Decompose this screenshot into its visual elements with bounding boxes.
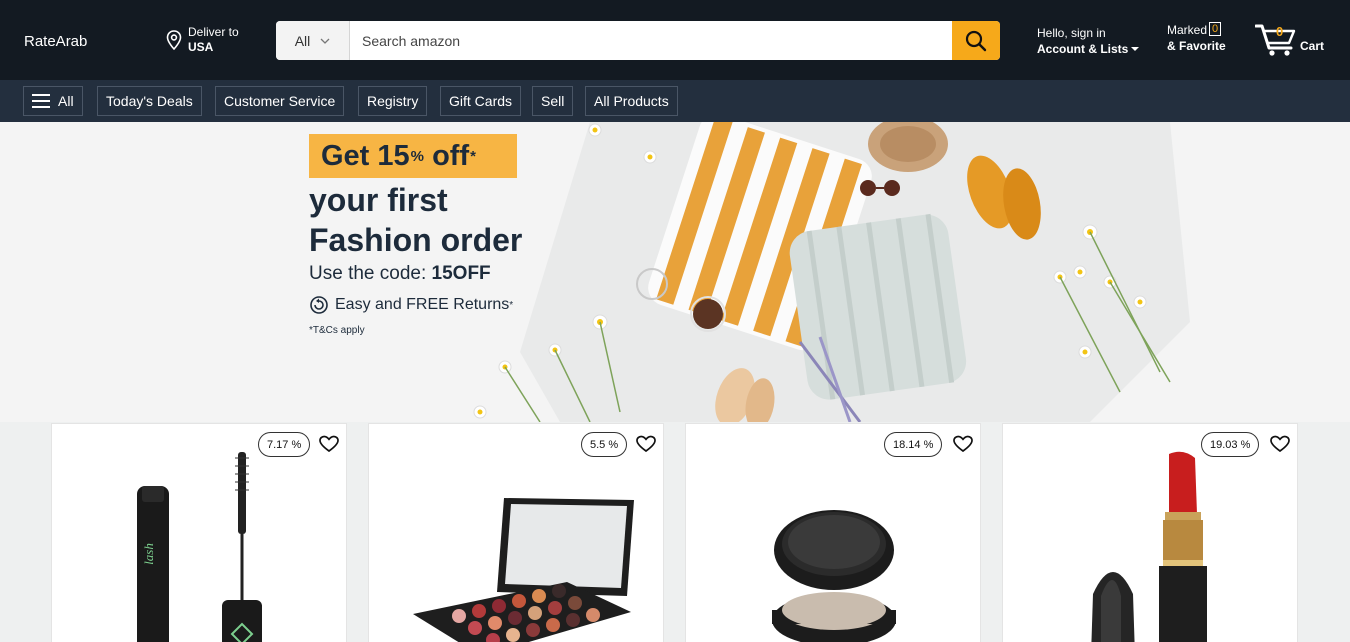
banner-headline: your first Fashion order — [309, 180, 522, 260]
promo-code-line: Use the code: 15OFF — [309, 263, 491, 285]
heart-icon[interactable] — [1270, 435, 1290, 453]
nav-item-label: All — [58, 93, 74, 109]
discount-badge: 5.5 % — [581, 432, 628, 457]
heart-icon[interactable] — [953, 435, 973, 453]
product-card[interactable]: 5.5 % — [368, 423, 664, 642]
heart-icon[interactable] — [319, 435, 339, 453]
top-header: RateArab Deliver to USA All Hello, sign … — [0, 0, 1350, 80]
promo-asterisk: * — [470, 147, 476, 165]
terms-note: *T&Cs apply — [309, 325, 365, 336]
eyeshadow-palette-image — [413, 498, 634, 642]
account-menu[interactable]: Hello, sign in Account & Lists — [1037, 25, 1140, 57]
search-input[interactable] — [350, 21, 952, 60]
deliver-to[interactable]: Deliver to USA — [166, 25, 239, 55]
promo-code: 15OFF — [431, 263, 491, 284]
location-pin-icon — [166, 30, 182, 50]
compact-powder-image — [772, 510, 896, 642]
heart-icon[interactable] — [636, 435, 656, 453]
search-category-label: All — [294, 32, 311, 49]
search-bar: All — [276, 21, 1000, 60]
search-category-select[interactable]: All — [276, 21, 350, 60]
fashion-flatlay-image — [473, 122, 1190, 422]
nav-sell[interactable]: Sell — [532, 86, 574, 116]
promo-percent: % — [410, 147, 425, 165]
headline-line-1: your first — [309, 182, 448, 218]
marked-count: 0 — [1209, 22, 1222, 36]
cart-label: Cart — [1300, 39, 1325, 53]
mascara-image: lash — [137, 452, 262, 642]
nav-all-menu[interactable]: All — [23, 86, 83, 116]
returns-asterisk: * — [509, 299, 514, 311]
hamburger-menu-icon — [32, 94, 50, 108]
nav-registry[interactable]: Registry — [358, 86, 428, 116]
promo-discount-tag: Get 15% off * — [309, 134, 517, 178]
nav-all-products[interactable]: All Products — [585, 86, 678, 116]
search-icon — [965, 30, 987, 51]
chevron-down-icon — [320, 38, 330, 44]
product-card[interactable]: 19.03 % — [1002, 423, 1298, 642]
code-prefix: Use the code: — [309, 263, 432, 284]
discount-badge: 19.03 % — [1201, 432, 1260, 457]
returns-icon — [310, 296, 328, 314]
marked-label: Marked — [1167, 23, 1208, 37]
discount-badge: 7.17 % — [258, 432, 311, 457]
favorite-label: & Favorite — [1167, 39, 1226, 53]
account-lists-label: Account & Lists — [1037, 42, 1129, 56]
deliver-label: Deliver to — [188, 25, 239, 39]
promo-main: Get 15 — [321, 139, 410, 172]
hero-banner[interactable]: Get 15% off * your first Fashion order Us… — [0, 122, 1350, 422]
free-returns-line: Easy and FREE Returns * — [309, 295, 513, 315]
nav-customer-service[interactable]: Customer Service — [215, 86, 345, 116]
marked-favorite[interactable]: Marked 0 & Favorite — [1167, 22, 1226, 54]
discount-badge: 18.14 % — [884, 432, 943, 457]
cart-button[interactable]: 0 Cart — [1255, 22, 1335, 58]
headline-line-2: Fashion order — [309, 222, 523, 258]
promo-off: off — [424, 139, 470, 172]
nav-gift-cards[interactable]: Gift Cards — [440, 86, 522, 116]
nav-todays-deals[interactable]: Today's Deals — [97, 86, 202, 116]
deliver-location: USA — [188, 40, 214, 54]
search-button[interactable] — [952, 21, 1000, 60]
brand-logo[interactable]: RateArab — [24, 33, 87, 50]
account-greeting: Hello, sign in — [1037, 26, 1106, 40]
svg-text:lash: lash — [141, 543, 156, 565]
caret-down-icon — [1131, 47, 1140, 51]
product-card[interactable]: lash 7.17 % — [51, 423, 347, 642]
cart-count: 0 — [1276, 24, 1284, 39]
lipstick-image — [1091, 451, 1207, 642]
product-card[interactable]: 18.14 % — [685, 423, 981, 642]
returns-text: Easy and FREE Returns — [335, 296, 510, 313]
nav-bar: All Today's Deals Customer Service Regis… — [0, 80, 1350, 122]
